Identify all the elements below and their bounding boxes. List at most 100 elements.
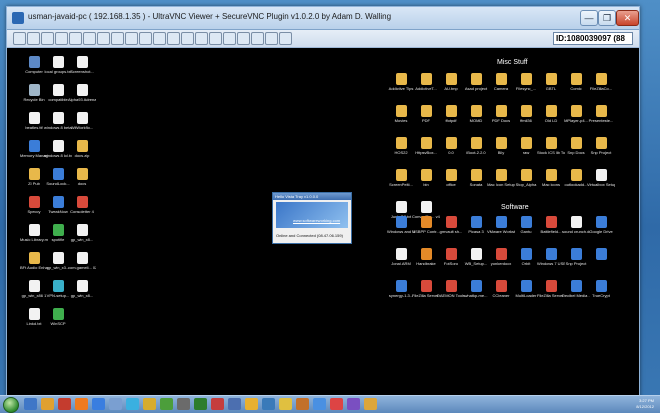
misc-icon[interactable]: raw <box>512 137 540 155</box>
taskbar-app-icon[interactable] <box>143 398 156 410</box>
software-icon[interactable]: Google Drive <box>587 216 615 234</box>
desktop-icon[interactable]: gp_win_x8... <box>68 280 96 298</box>
software-icon[interactable]: WB_Setup... <box>462 248 490 266</box>
toolbar-button[interactable] <box>41 32 54 45</box>
taskbar-app-icon[interactable] <box>296 398 309 410</box>
taskbar-app-icon[interactable] <box>126 398 139 410</box>
toolbar-button[interactable] <box>265 32 278 45</box>
software-icon[interactable]: FotSoro <box>437 248 465 266</box>
misc-icon[interactable]: office <box>437 169 465 187</box>
misc-icon[interactable]: 0.0 <box>437 137 465 155</box>
software-icon[interactable]: Jonal.ARM <box>387 248 415 266</box>
misc-icon[interactable]: bin <box>412 169 440 187</box>
toolbar-button[interactable] <box>83 32 96 45</box>
toolbar-button[interactable] <box>69 32 82 45</box>
misc-icon[interactable]: Mac icons <box>537 169 565 187</box>
toolbar-button[interactable] <box>27 32 40 45</box>
software-icon[interactable]: Handbrake <box>412 248 440 266</box>
taskbar-app-icon[interactable] <box>177 398 190 410</box>
software-icon[interactable]: Picasa 3 <box>462 216 490 234</box>
software-icon[interactable]: Gantu <box>512 216 540 234</box>
software-icon[interactable]: USBPP Contr... <box>412 216 440 234</box>
desktop-icon[interactable]: Alpha93 Adrenaline... <box>68 84 96 102</box>
toolbar-button[interactable] <box>97 32 110 45</box>
toolbar-button[interactable] <box>209 32 222 45</box>
remote-desktop[interactable]: Misc Stuff Software Hello Vista Tray v1.… <box>7 48 639 385</box>
close-button[interactable]: ✕ <box>616 10 639 26</box>
software-icon[interactable]: whatkp-me... <box>462 280 490 298</box>
software-icon[interactable]: gmvault sh... <box>437 216 465 234</box>
misc-icon[interactable]: ffmil36 <box>512 105 540 123</box>
misc-icon[interactable]: Addictive Tips <box>387 73 415 91</box>
desktop-icon[interactable]: WiiWorkflo... <box>68 112 96 130</box>
taskbar-app-icon[interactable] <box>262 398 275 410</box>
taskbar-app-icon[interactable] <box>330 398 343 410</box>
toolbar-button[interactable] <box>251 32 264 45</box>
toolbar-button[interactable] <box>195 32 208 45</box>
toolbar-button[interactable] <box>55 32 68 45</box>
taskbar-app-icon[interactable] <box>364 398 377 410</box>
misc-icon[interactable]: Filesync_... <box>512 73 540 91</box>
misc-icon[interactable]: outlookadd... <box>562 169 590 187</box>
toolbar-button[interactable] <box>181 32 194 45</box>
toolbar-button[interactable] <box>125 32 138 45</box>
misc-icon[interactable]: Presenteste... <box>587 105 615 123</box>
misc-icon[interactable]: MPlayer-p4... <box>562 105 590 123</box>
taskbar-app-icon[interactable] <box>41 398 54 410</box>
software-icon[interactable]: yonkerdocx <box>487 248 515 266</box>
misc-icon[interactable]: Blly <box>487 137 515 155</box>
misc-icon[interactable]: Comic <box>562 73 590 91</box>
misc-icon[interactable]: Old LD <box>537 105 565 123</box>
taskbar-app-icon[interactable] <box>347 398 360 410</box>
minimize-button[interactable]: — <box>580 10 598 26</box>
misc-icon[interactable]: PDF <box>412 105 440 123</box>
taskbar-app-icon[interactable] <box>24 398 37 410</box>
toolbar-button[interactable] <box>237 32 250 45</box>
misc-icon[interactable]: PDF Docs <box>487 105 515 123</box>
misc-icon[interactable]: Mac Icon Setup <box>487 169 515 187</box>
misc-icon[interactable]: Asad project <box>462 73 490 91</box>
tray-popup[interactable]: Hello Vista Tray v1.0.0.0 www.softwarewo… <box>272 192 352 244</box>
toolbar-button[interactable] <box>167 32 180 45</box>
connection-id-field[interactable]: ID:1080039097 (88 <box>553 32 633 45</box>
taskbar-app-icon[interactable] <box>313 398 326 410</box>
tray-clock[interactable]: 3:27 PM 8/12/2012 <box>636 398 654 410</box>
desktop-icon[interactable]: Consoletter 4 <box>68 196 96 214</box>
taskbar-app-icon[interactable] <box>160 398 173 410</box>
misc-icon[interactable]: ffotpdf <box>437 105 465 123</box>
software-icon[interactable]: CCleaner <box>487 280 515 298</box>
taskbar-app-icon[interactable] <box>279 398 292 410</box>
misc-icon[interactable]: HOS22 <box>387 137 415 155</box>
desktop-icon[interactable]: docs <box>68 168 96 186</box>
toolbar-button[interactable] <box>13 32 26 45</box>
misc-icon[interactable]: Sonata <box>462 169 490 187</box>
software-icon[interactable]: MultiLoader <box>512 280 540 298</box>
software-icon[interactable]: Windows and Windi... <box>387 216 415 234</box>
misc-icon[interactable]: GBTL <box>537 73 565 91</box>
taskbar-app-icon[interactable] <box>211 398 224 410</box>
desktop-icon[interactable]: WinSCP <box>44 308 72 326</box>
software-icon[interactable]: TrueCrypt <box>587 280 615 298</box>
start-button[interactable] <box>3 397 19 413</box>
software-icon[interactable]: sound crunch.docx <box>562 216 590 234</box>
misc-icon[interactable]: ScreenPelti... <box>387 169 415 187</box>
desktop-icon[interactable]: docs.zip <box>68 140 96 158</box>
misc-icon[interactable]: Movies <box>387 105 415 123</box>
software-icon[interactable] <box>587 248 615 261</box>
toolbar-button[interactable] <box>279 32 292 45</box>
misc-icon[interactable]: Snp Project <box>587 137 615 155</box>
software-icon[interactable]: FileZilla Server ... <box>537 280 565 298</box>
taskbar-app-icon[interactable] <box>228 398 241 410</box>
misc-icon[interactable]: Camera <box>487 73 515 91</box>
toolbar-button[interactable] <box>153 32 166 45</box>
misc-icon[interactable]: Snp Docs <box>562 137 590 155</box>
popup-link[interactable]: www.softwareworking.com <box>293 218 340 223</box>
toolbar-button[interactable] <box>223 32 236 45</box>
misc-icon[interactable]: AU.tmp <box>437 73 465 91</box>
software-icon[interactable]: Orbit <box>512 248 540 266</box>
misc-icon[interactable]: Virtualbox Setup <box>587 169 615 187</box>
software-icon[interactable]: Battlefield... <box>537 216 565 234</box>
taskbar-app-icon[interactable] <box>92 398 105 410</box>
desktop-icon[interactable]: com.gameli... 02.apk <box>68 252 96 270</box>
taskbar-app-icon[interactable] <box>58 398 71 410</box>
